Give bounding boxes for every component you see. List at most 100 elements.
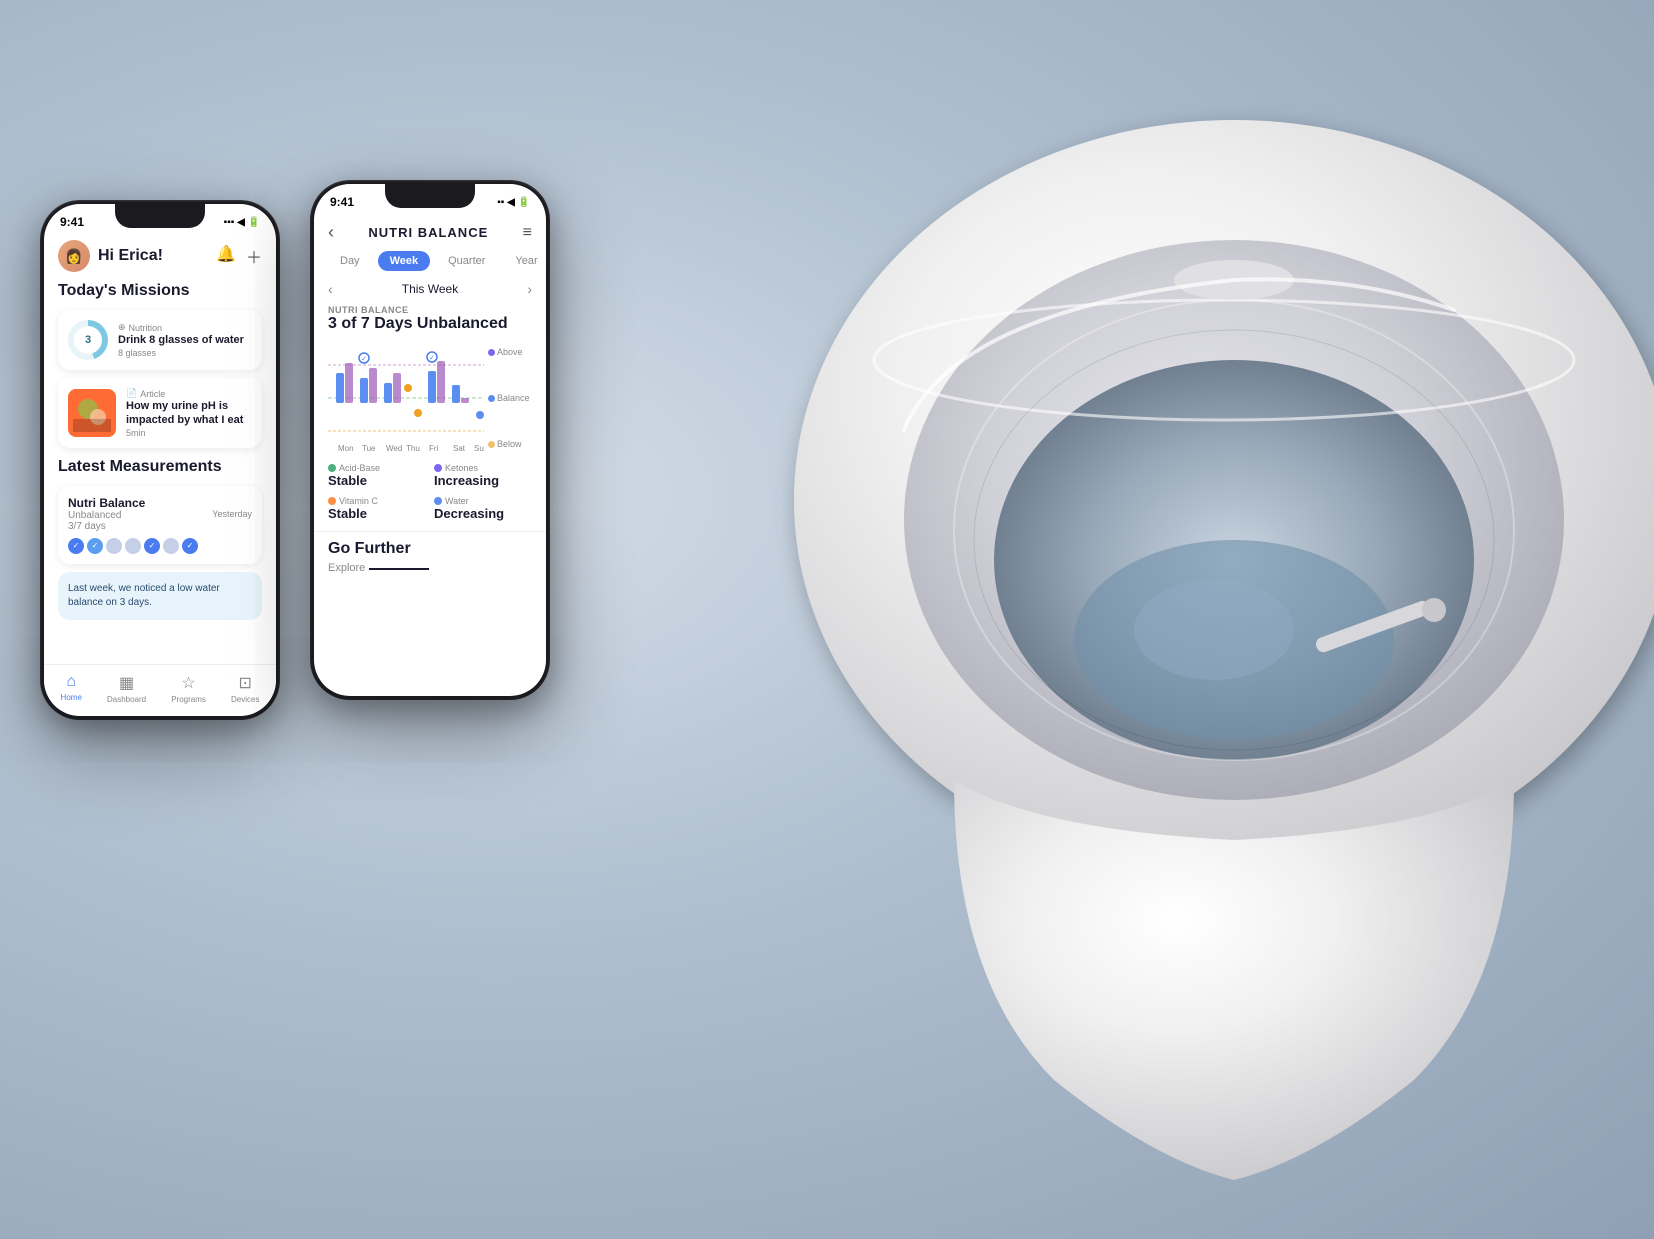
week-nav: ‹ This Week › bbox=[314, 281, 546, 297]
phones-container: 9:41 ▪▪▪ ◀ 🔋 👩 Hi Erica! 🔔 ＋ Today's Mis… bbox=[40, 200, 550, 720]
phone2-screen: 9:41 ▪▪ ◀ 🔋 ‹ NUTRI BALANCE ≡ Day Week Q… bbox=[314, 184, 546, 696]
article-category: 📄 Article bbox=[126, 388, 252, 399]
svg-text:Sun: Sun bbox=[474, 444, 484, 453]
water-progress-circle: 3 bbox=[68, 320, 108, 360]
vitamin-c-dot bbox=[328, 497, 336, 505]
article-icon: 📄 bbox=[126, 388, 137, 399]
back-button[interactable]: ‹ bbox=[328, 222, 334, 243]
svg-text:Thu: Thu bbox=[406, 444, 420, 453]
mission1-text: ⊕ Nutrition Drink 8 glasses of water 8 g… bbox=[118, 322, 252, 357]
article-thumbnail bbox=[68, 389, 116, 437]
legend-above: Above bbox=[488, 347, 532, 357]
chart-legend: Above Balance Below bbox=[488, 343, 532, 453]
acid-base-label: Acid-Base bbox=[328, 463, 426, 473]
prev-week-button[interactable]: ‹ bbox=[328, 281, 333, 297]
phone1-header: 👩 Hi Erica! 🔔 ＋ bbox=[58, 236, 262, 282]
insight-text: Last week, we noticed a low water balanc… bbox=[68, 583, 220, 608]
measurement-date: Yesterday bbox=[212, 509, 252, 519]
dot-1: ✓ bbox=[68, 538, 84, 554]
water-count: 3 bbox=[74, 326, 102, 354]
nav-dashboard[interactable]: ▦ Dashboard bbox=[107, 673, 146, 704]
measurements-card[interactable]: Nutri Balance Unbalanced 3/7 days Yester… bbox=[58, 486, 262, 564]
nutri-balance-summary: NUTRI BALANCE 3 of 7 Days Unbalanced bbox=[314, 305, 546, 333]
tab-bar: Day Week Quarter Year bbox=[314, 251, 546, 271]
measurement-dots: ✓ ✓ ✓ ✓ bbox=[68, 538, 252, 554]
legend-balance: Balance bbox=[488, 393, 532, 403]
explore-row: Explore bbox=[328, 562, 532, 574]
home-icon: ⌂ bbox=[66, 673, 76, 691]
tab-year[interactable]: Year bbox=[503, 251, 546, 271]
ketones-stat: Ketones Increasing bbox=[434, 463, 532, 488]
tab-week[interactable]: Week bbox=[378, 251, 431, 271]
measurement-days: 3/7 days bbox=[68, 521, 145, 532]
svg-text:Sat: Sat bbox=[453, 444, 466, 453]
chart-svg: ✓ bbox=[328, 343, 484, 453]
mission1-category: ⊕ Nutrition bbox=[118, 322, 252, 333]
nav-home[interactable]: ⌂ Home bbox=[61, 673, 82, 704]
water-dot bbox=[434, 497, 442, 505]
ketones-value: Increasing bbox=[434, 473, 532, 488]
phone1: 9:41 ▪▪▪ ◀ 🔋 👩 Hi Erica! 🔔 ＋ Today's Mis… bbox=[40, 200, 280, 720]
phone1-time: 9:41 bbox=[60, 215, 84, 229]
next-week-button[interactable]: › bbox=[527, 281, 532, 297]
bell-icon[interactable]: 🔔 bbox=[216, 244, 236, 268]
ketones-label: Ketones bbox=[434, 463, 532, 473]
article-mission-card[interactable]: 📄 Article How my urine pH is impacted by… bbox=[58, 378, 262, 448]
phone2-status-icons: ▪▪ ◀ 🔋 bbox=[497, 197, 530, 208]
header-icons: 🔔 ＋ bbox=[216, 244, 262, 268]
phone2-time: 9:41 bbox=[330, 195, 354, 209]
legend-below: Below bbox=[488, 439, 532, 449]
svg-text:Wed: Wed bbox=[386, 444, 402, 453]
dot-6 bbox=[163, 538, 179, 554]
phone1-content: 👩 Hi Erica! 🔔 ＋ Today's Missions 3 bbox=[44, 236, 276, 620]
vitamin-c-label: Vitamin C bbox=[328, 496, 426, 506]
phone2-content: ‹ NUTRI BALANCE ≡ Day Week Quarter Year … bbox=[314, 216, 546, 574]
chart-area: ✓ bbox=[314, 343, 546, 453]
svg-text:✓: ✓ bbox=[361, 356, 367, 363]
mission1-sub: 8 glasses bbox=[118, 348, 252, 358]
nav-devices[interactable]: ⊡ Devices bbox=[231, 673, 259, 704]
menu-button[interactable]: ≡ bbox=[523, 224, 532, 242]
dot-7: ✓ bbox=[182, 538, 198, 554]
measurement-status: Unbalanced bbox=[68, 510, 145, 521]
mission1-desc: Drink 8 glasses of water bbox=[118, 333, 252, 347]
measurement-name: Nutri Balance bbox=[68, 496, 145, 510]
add-icon[interactable]: ＋ bbox=[246, 244, 262, 268]
vitamin-c-value: Stable bbox=[328, 506, 426, 521]
nutri-balance-label: NUTRI BALANCE bbox=[328, 305, 532, 315]
dot-3 bbox=[106, 538, 122, 554]
water-mission-card[interactable]: 3 ⊕ Nutrition Drink 8 glasses of water 8… bbox=[58, 310, 262, 370]
phone2-notch bbox=[385, 184, 475, 208]
dot-2: ✓ bbox=[87, 538, 103, 554]
dot-4 bbox=[125, 538, 141, 554]
acid-base-dot bbox=[328, 464, 336, 472]
ketones-dot bbox=[434, 464, 442, 472]
nav-programs[interactable]: ☆ Programs bbox=[171, 673, 206, 704]
dot-5: ✓ bbox=[144, 538, 160, 554]
dashboard-icon: ▦ bbox=[119, 673, 134, 693]
article-title: How my urine pH is impacted by what I ea… bbox=[126, 399, 252, 428]
svg-text:Fri: Fri bbox=[429, 444, 439, 453]
missions-title: Today's Missions bbox=[58, 282, 262, 300]
phone1-status-icons: ▪▪▪ ◀ 🔋 bbox=[224, 217, 260, 228]
measurement-header: Nutri Balance Unbalanced 3/7 days Yester… bbox=[68, 496, 252, 532]
tab-day[interactable]: Day bbox=[328, 251, 372, 271]
toilet-image bbox=[754, 80, 1654, 1230]
stats-grid: Acid-Base Stable Ketones Increasing bbox=[314, 463, 546, 521]
acid-base-stat: Acid-Base Stable bbox=[328, 463, 426, 488]
svg-text:✓: ✓ bbox=[429, 355, 435, 362]
user-avatar[interactable]: 👩 bbox=[58, 240, 90, 272]
devices-icon: ⊡ bbox=[239, 673, 252, 693]
water-label: Water bbox=[434, 496, 532, 506]
tab-quarter[interactable]: Quarter bbox=[436, 251, 497, 271]
programs-icon: ☆ bbox=[181, 673, 195, 693]
greeting-text: Hi Erica! bbox=[98, 247, 216, 265]
phone2: 9:41 ▪▪ ◀ 🔋 ‹ NUTRI BALANCE ≡ Day Week Q… bbox=[310, 180, 550, 700]
article-text: 📄 Article How my urine pH is impacted by… bbox=[126, 388, 252, 438]
water-stat: Water Decreasing bbox=[434, 496, 532, 521]
phone1-notch bbox=[115, 204, 205, 228]
water-value: Decreasing bbox=[434, 506, 532, 521]
article-time: 5min bbox=[126, 428, 252, 438]
vitamin-c-stat: Vitamin C Stable bbox=[328, 496, 426, 521]
measurements-title: Latest Measurements bbox=[58, 458, 262, 476]
